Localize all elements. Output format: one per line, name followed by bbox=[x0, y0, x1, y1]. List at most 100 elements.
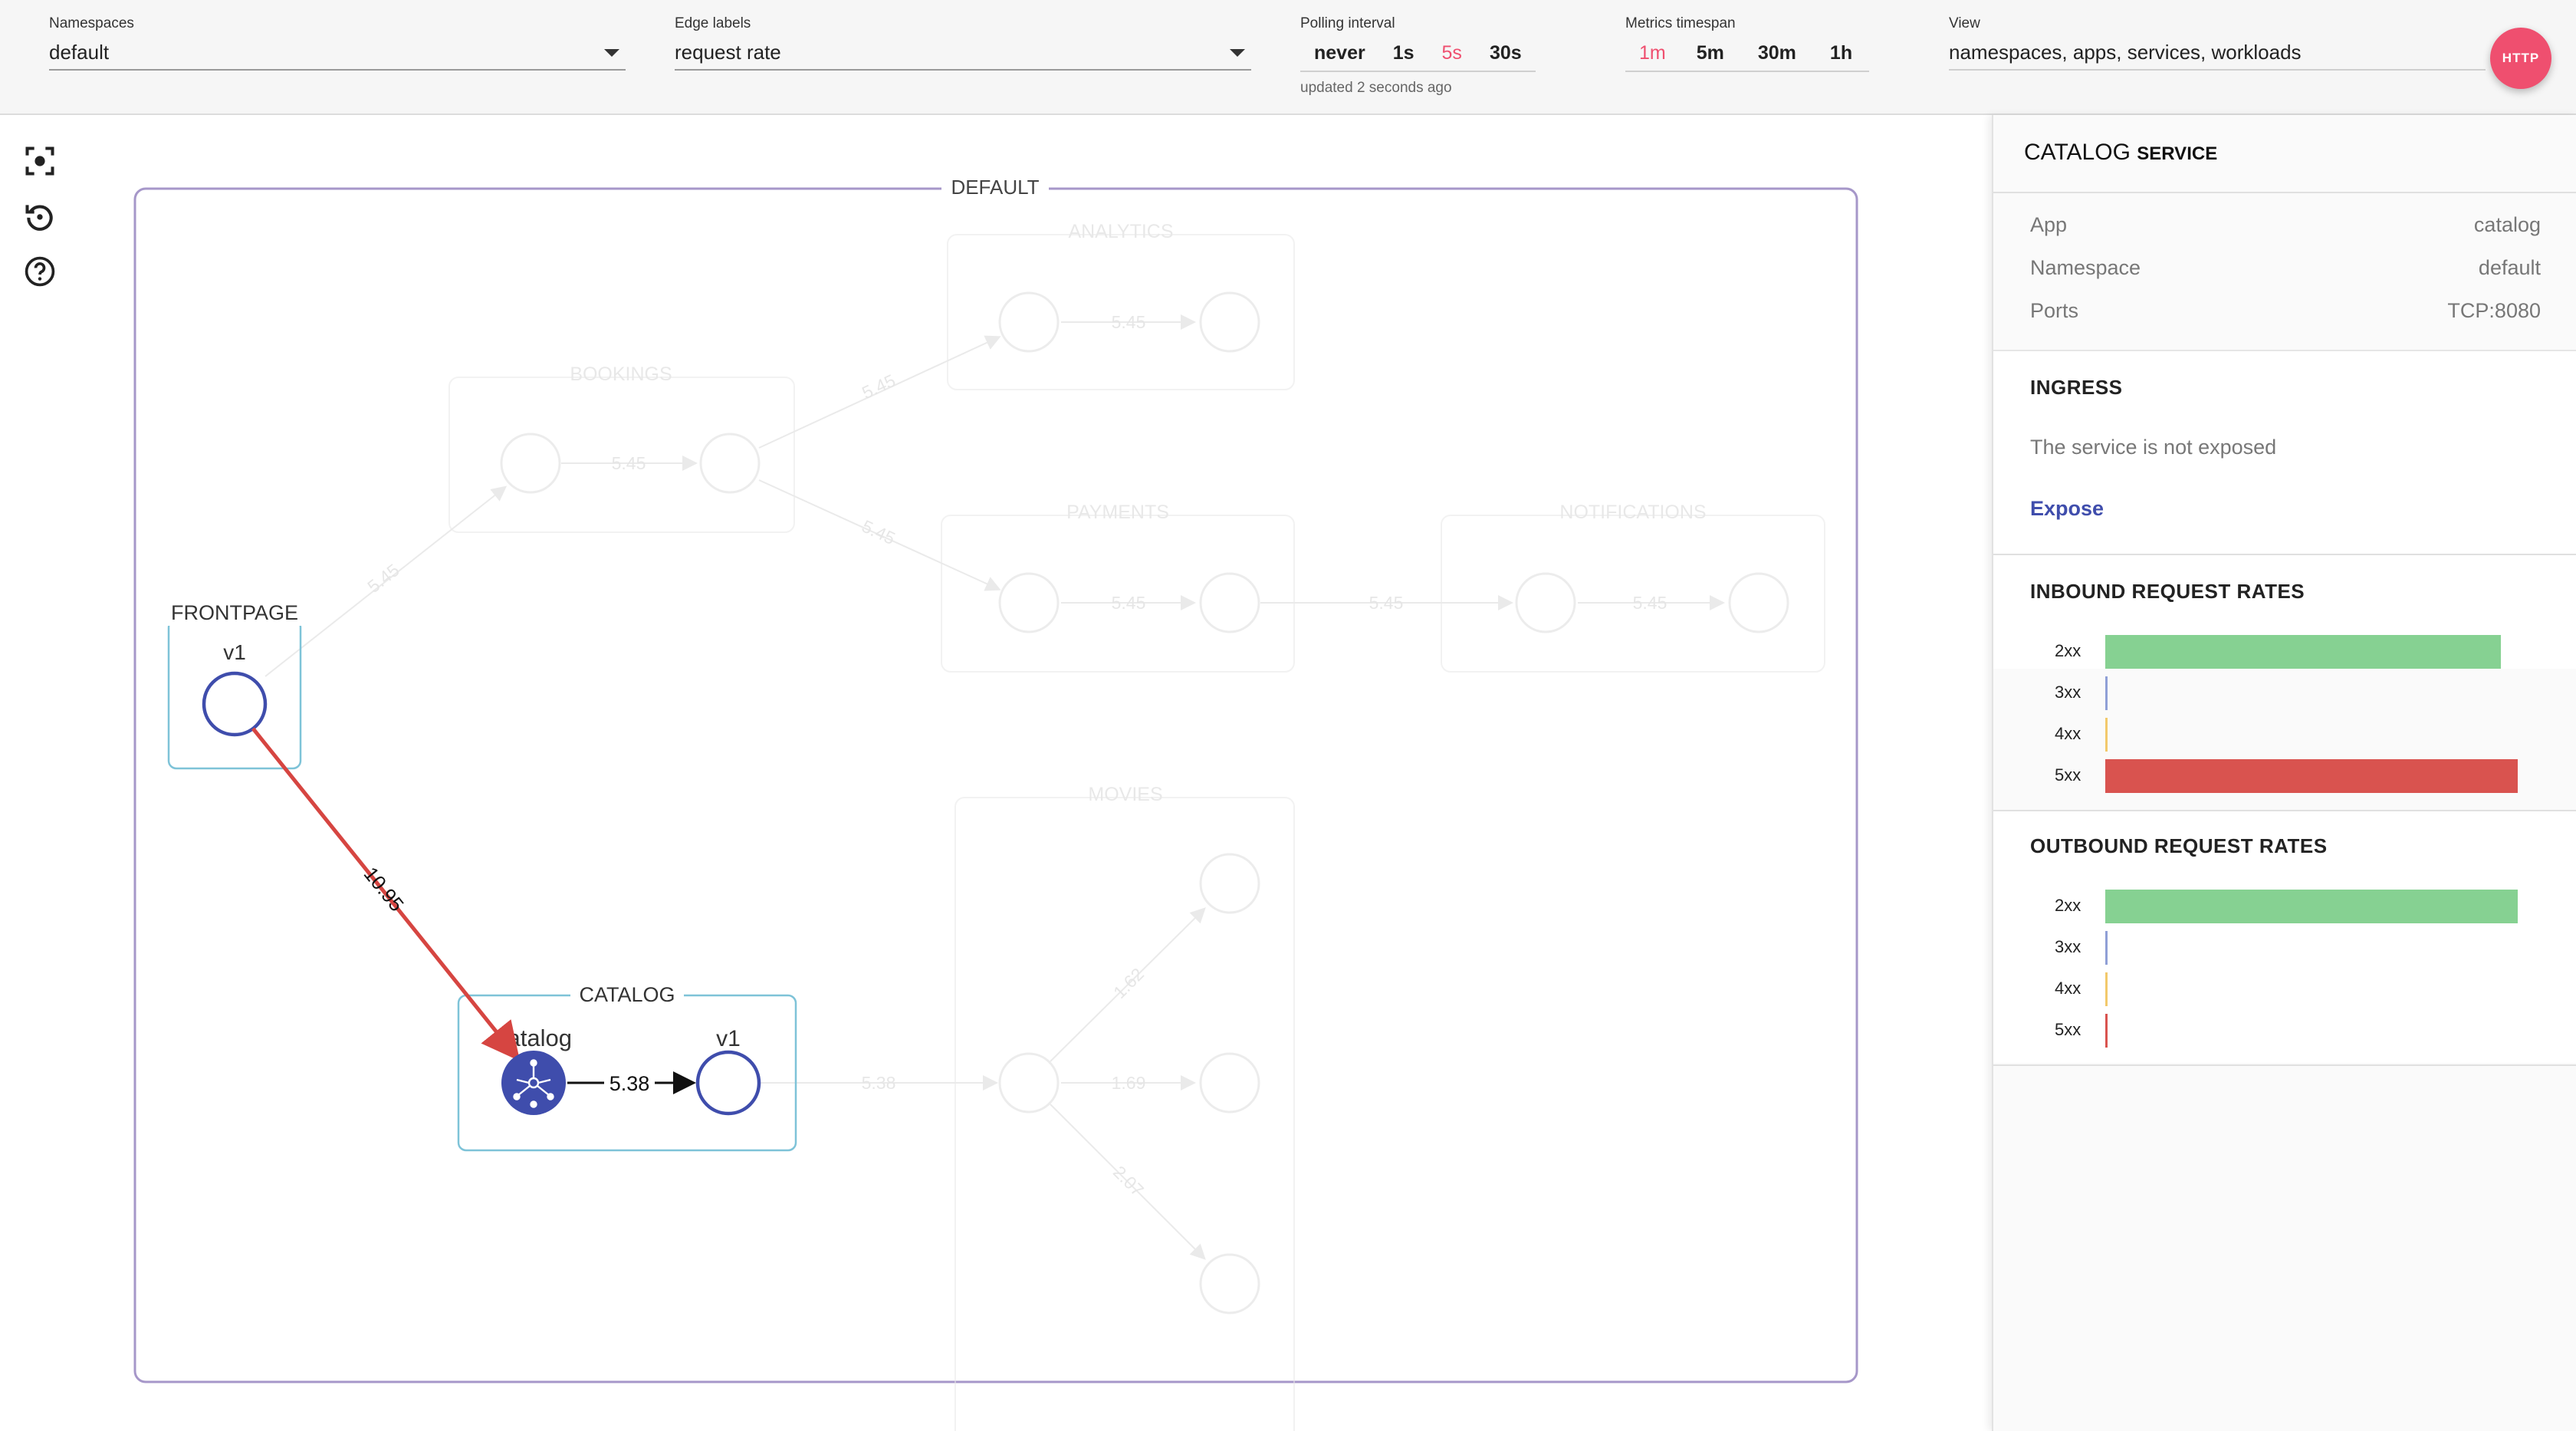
polling-option-1s[interactable]: 1s bbox=[1379, 35, 1428, 71]
timespan-option-1m[interactable]: 1m bbox=[1625, 35, 1680, 71]
inactive-apps: BOOKINGS 5.45 ANALYTICS 5.45 PAYMENTS 5.… bbox=[264, 221, 1825, 1431]
catalog-to-movies-edge-label: 5.38 bbox=[862, 1073, 896, 1093]
outbound-rate-bar-3xx bbox=[2105, 931, 2108, 965]
inbound-rate-bar-2xx bbox=[2105, 635, 2501, 669]
ingress-title: INGRESS bbox=[2030, 376, 2123, 399]
frontpage-v1-label: v1 bbox=[223, 640, 246, 664]
info-value-app: catalog bbox=[2473, 213, 2541, 236]
movies-workload-node[interactable] bbox=[1199, 853, 1260, 914]
last-updated-text: updated 2 seconds ago bbox=[1300, 80, 1452, 96]
namespaces-value: default bbox=[49, 41, 110, 64]
analytics-app-label: ANALYTICS bbox=[1068, 221, 1173, 242]
timespan-option-5m[interactable]: 5m bbox=[1680, 35, 1741, 71]
outbound-rates-title: OUTBOUND REQUEST RATES bbox=[2030, 834, 2328, 857]
movies-mid-edge-label: 1.69 bbox=[1112, 1073, 1146, 1093]
movies-app-label: MOVIES bbox=[1088, 784, 1162, 805]
divider bbox=[1993, 192, 2576, 193]
payments-workload-node[interactable] bbox=[1199, 572, 1260, 633]
catalog-v1-node[interactable] bbox=[695, 1050, 761, 1116]
info-value-namespace: default bbox=[2478, 256, 2541, 279]
inbound-rate-label-2xx: 2xx bbox=[2055, 641, 2082, 660]
timespan-option-1h[interactable]: 1h bbox=[1813, 35, 1869, 71]
chevron-down-icon bbox=[1230, 49, 1245, 57]
frontpage-v1-node[interactable] bbox=[202, 671, 268, 737]
service-graph[interactable]: DEFAULT BOOKINGS 5.45 ANALYTICS 5.45 PAY… bbox=[0, 115, 1992, 1431]
bookings-app-label: BOOKINGS bbox=[570, 364, 672, 385]
movies-workload-node[interactable] bbox=[1199, 1052, 1260, 1114]
notifications-service-node[interactable] bbox=[1515, 572, 1576, 633]
polling-interval-options: never 1s 5s 30s bbox=[1300, 35, 1536, 72]
movies-service-node[interactable] bbox=[998, 1052, 1060, 1114]
info-key-namespace: Namespace bbox=[2030, 256, 2141, 279]
info-key-app: App bbox=[2030, 213, 2068, 236]
outbound-rate-label-4xx: 4xx bbox=[2055, 979, 2082, 998]
frontpage-to-bookings-edge-label: 5.45 bbox=[363, 560, 402, 597]
edge-labels-select[interactable]: request rate bbox=[675, 35, 1251, 71]
analytics-service-node[interactable] bbox=[998, 291, 1060, 353]
polling-option-30s[interactable]: 30s bbox=[1476, 35, 1536, 71]
movies-app-box[interactable] bbox=[955, 797, 1295, 1431]
inbound-rate-bar-4xx bbox=[2105, 718, 2108, 752]
frontpage-app-label: FRONTPAGE bbox=[171, 601, 298, 624]
inbound-rate-bar-5xx bbox=[2105, 759, 2518, 793]
inbound-rates-title: INBOUND REQUEST RATES bbox=[2030, 580, 2305, 603]
outbound-rate-bar-4xx bbox=[2105, 972, 2108, 1006]
panel-title-main: CATALOG bbox=[2024, 140, 2131, 165]
namespace-label: DEFAULT bbox=[951, 176, 1039, 199]
notifications-app-label: NOTIFICATIONS bbox=[1559, 502, 1706, 523]
outbound-rate-label-3xx: 3xx bbox=[2055, 937, 2082, 956]
polling-option-5s[interactable]: 5s bbox=[1428, 35, 1476, 71]
bookings-workload-node[interactable] bbox=[699, 433, 761, 494]
payments-service-node[interactable] bbox=[998, 572, 1060, 633]
divider bbox=[1993, 554, 2576, 555]
edge-labels-value: request rate bbox=[675, 41, 781, 64]
notifications-internal-edge-label: 5.45 bbox=[1633, 593, 1668, 613]
inbound-rate-bar-3xx bbox=[2105, 676, 2108, 710]
inbound-rate-label-5xx: 5xx bbox=[2055, 765, 2082, 785]
payments-to-notifications-edge-label: 5.45 bbox=[1369, 593, 1404, 613]
catalog-v1-label: v1 bbox=[716, 1026, 741, 1051]
namespaces-label: Namespaces bbox=[49, 15, 134, 31]
inbound-rate-label-4xx: 4xx bbox=[2055, 724, 2082, 743]
http-button[interactable]: HTTP bbox=[2490, 28, 2551, 89]
payments-app-label: PAYMENTS bbox=[1066, 502, 1169, 523]
view-value: namespaces, apps, services, workloads bbox=[1949, 41, 2302, 64]
payments-internal-edge-label: 5.45 bbox=[1112, 593, 1146, 613]
namespaces-control: Namespaces default bbox=[49, 0, 626, 113]
timespan-option-30m[interactable]: 30m bbox=[1741, 35, 1813, 71]
metrics-timespan-control: Metrics timespan 1m 5m 30m 1h bbox=[1625, 0, 1901, 113]
info-value-ports: TCP:8080 bbox=[2447, 299, 2541, 322]
ingress-status-text: The service is not exposed bbox=[2030, 436, 2277, 459]
panel-title-type: SERVICE bbox=[2137, 143, 2218, 164]
view-control: View namespaces, apps, services, workloa… bbox=[1949, 0, 2486, 113]
catalog-service-to-v1-edge-label: 5.38 bbox=[610, 1072, 650, 1095]
metrics-timespan-label: Metrics timespan bbox=[1625, 15, 1736, 31]
catalog-service-node[interactable] bbox=[501, 1051, 566, 1115]
polling-interval-label: Polling interval bbox=[1300, 15, 1395, 31]
edge-labels-control: Edge labels request rate bbox=[675, 0, 1251, 113]
outbound-rate-bar-2xx bbox=[2105, 890, 2518, 923]
polling-option-never[interactable]: never bbox=[1300, 35, 1379, 71]
notifications-workload-node[interactable] bbox=[1728, 572, 1789, 633]
details-panel: CATALOG SERVICE App catalog Namespace de… bbox=[1992, 115, 2576, 1431]
panel-title: CATALOG SERVICE bbox=[2024, 140, 2217, 166]
metrics-timespan-options: 1m 5m 30m 1h bbox=[1625, 35, 1870, 72]
movies-workload-node[interactable] bbox=[1199, 1253, 1260, 1314]
expose-link[interactable]: Expose bbox=[2030, 497, 2104, 521]
view-label: View bbox=[1949, 15, 1980, 31]
frontpage-to-catalog-edge-label: 10.95 bbox=[360, 863, 409, 916]
outbound-rate-label-5xx: 5xx bbox=[2055, 1020, 2082, 1039]
top-toolbar: Namespaces default Edge labels request r… bbox=[0, 0, 2576, 115]
catalog-app-label: CATALOG bbox=[579, 983, 675, 1006]
analytics-internal-edge-label: 5.45 bbox=[1112, 312, 1146, 332]
namespaces-select[interactable]: default bbox=[49, 35, 626, 71]
movies-down-edge-label: 2.07 bbox=[1109, 1162, 1148, 1200]
analytics-workload-node[interactable] bbox=[1199, 291, 1260, 353]
view-select[interactable]: namespaces, apps, services, workloads bbox=[1949, 35, 2486, 71]
polling-interval-control: Polling interval never 1s 5s 30s updated… bbox=[1300, 0, 1576, 113]
namespace-box bbox=[133, 187, 1858, 1383]
edge-labels-label: Edge labels bbox=[675, 15, 751, 31]
divider bbox=[1993, 1064, 2576, 1066]
bookings-service-node[interactable] bbox=[500, 433, 561, 494]
outbound-rate-bar-5xx bbox=[2105, 1014, 2108, 1048]
